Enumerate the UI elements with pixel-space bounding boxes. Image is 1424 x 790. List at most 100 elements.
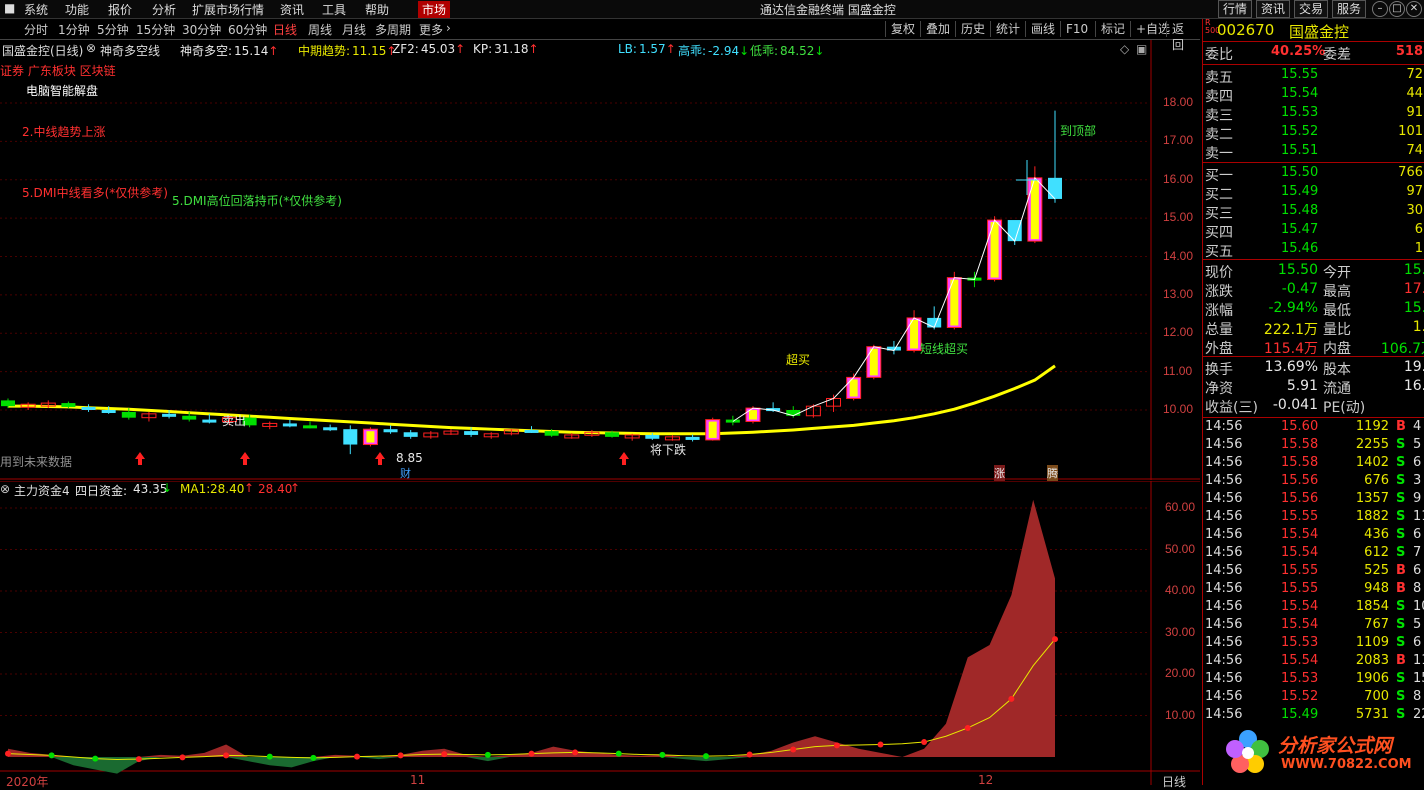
stock-chart-label: 国盛金控(日线) — [2, 44, 84, 58]
toolbar-button-stats[interactable]: 统计 — [990, 21, 1025, 37]
order-label: 买三 — [1205, 206, 1233, 222]
tick-volume: 5731 — [1355, 707, 1389, 722]
sub-chart-gear-icon[interactable]: ⊗ — [0, 482, 10, 496]
tab-period-more[interactable]: 更多 — [419, 21, 443, 38]
toolbar-button-mark[interactable]: 标记 — [1095, 21, 1130, 37]
diamond-icon[interactable]: ◇ — [1120, 42, 1129, 56]
top-button-news[interactable]: 资讯 — [1256, 0, 1291, 18]
tab-period-multi[interactable]: 多周期 — [375, 21, 411, 38]
toolbar-button-f10[interactable]: F10 — [1060, 21, 1093, 37]
tick-row: 14:56 15.54 767 S 5 — [1203, 617, 1424, 635]
menu-item-system[interactable]: 系统 — [24, 1, 48, 18]
candlestick-chart[interactable] — [0, 40, 1200, 480]
buy-order-row[interactable]: 买三 15.48 30 — [1203, 203, 1424, 222]
sector-tags[interactable]: 证券 广东板块 区块链 — [0, 62, 116, 79]
candle-body — [1, 400, 15, 407]
menu-item-function[interactable]: 功能 — [65, 1, 89, 18]
tab-period-60min[interactable]: 60分钟 — [228, 21, 267, 38]
tick-price: 15.55 — [1281, 509, 1319, 524]
watermark-logo: 分析家公式网 WWW.70822.COM — [1223, 727, 1423, 779]
order-price: 15.46 — [1281, 241, 1319, 256]
tab-period-weekly[interactable]: 周线 — [308, 21, 332, 38]
tick-volume: 1402 — [1355, 455, 1389, 470]
menu-item-analysis[interactable]: 分析 — [152, 1, 176, 18]
minimize-icon[interactable]: – — [1372, 1, 1388, 17]
order-volume: 1 — [1414, 241, 1423, 256]
tick-count: 15 — [1413, 671, 1424, 686]
sub-indicator-name[interactable]: 主力资金4 — [14, 482, 70, 499]
quote-panel: R 500 002670 国盛金控 委比 40.25% 委差 518 卖五 15.5… — [1202, 19, 1424, 785]
menu-item-news[interactable]: 资讯 — [280, 1, 304, 18]
close-icon[interactable]: ✕ — [1406, 1, 1422, 17]
price-tick-label: 16.00 — [1163, 171, 1194, 186]
buy-order-row[interactable]: 买四 15.47 6 — [1203, 222, 1424, 241]
window-restore-icon[interactable]: ▣ — [1136, 42, 1147, 56]
toolbar-button-adjust[interactable]: 复权 — [885, 21, 920, 37]
menu-item-tools[interactable]: 工具 — [322, 1, 346, 18]
top-button-quotes[interactable]: 行情 — [1218, 0, 1253, 18]
arrow-down-icon: ↓ — [162, 481, 173, 495]
maximize-icon[interactable]: □ — [1389, 1, 1405, 17]
tick-direction: S — [1396, 599, 1406, 614]
tick-price: 15.58 — [1281, 455, 1319, 470]
ma1-point — [615, 750, 622, 757]
tick-time: 14:56 — [1205, 653, 1243, 668]
tab-period-timeshare[interactable]: 分时 — [24, 21, 48, 38]
chevron-right-icon[interactable]: › — [446, 21, 451, 35]
fund-tick-label: 50.00 — [1165, 541, 1196, 556]
sell-order-row[interactable]: 卖五 15.55 72 — [1203, 67, 1424, 86]
fund-tick-label: 60.00 — [1165, 500, 1196, 514]
candle-body — [524, 429, 539, 433]
sell-order-row[interactable]: 卖三 15.53 91 — [1203, 105, 1424, 124]
tick-time: 14:56 — [1205, 671, 1243, 686]
tab-period-15min[interactable]: 15分钟 — [136, 21, 175, 38]
stat-label: 内盘 — [1323, 341, 1351, 357]
buy-order-row[interactable]: 买二 15.49 97 — [1203, 184, 1424, 203]
candle-body-highlight — [849, 379, 858, 397]
price-tick-label: 17.00 — [1163, 133, 1194, 148]
indicator-label: ZF2: — [392, 42, 419, 56]
weibi-label: 委比 — [1205, 47, 1233, 63]
sell-order-row[interactable]: 卖二 15.52 101 — [1203, 124, 1424, 143]
tick-time: 14:56 — [1205, 473, 1243, 488]
fund-flow-chart[interactable] — [0, 481, 1200, 785]
buy-order-row[interactable]: 买五 15.46 1 — [1203, 241, 1424, 260]
sell-order-row[interactable]: 卖一 15.51 74 — [1203, 143, 1424, 162]
menu-item-extended-market[interactable]: 扩展市场行情 — [192, 1, 264, 18]
sell-order-row[interactable]: 卖四 15.54 44 — [1203, 86, 1424, 105]
menu-item-quote[interactable]: 报价 — [108, 1, 132, 18]
top-button-service[interactable]: 服务 — [1332, 0, 1367, 18]
indicator-item: ZF2: 45.03↑ — [392, 42, 465, 56]
tick-direction: S — [1396, 689, 1406, 704]
toolbar-button-overlay[interactable]: 叠加 — [920, 21, 955, 37]
top-button-trade[interactable]: 交易 — [1294, 0, 1329, 18]
menu-item-help[interactable]: 帮助 — [365, 1, 389, 18]
chevron-down-icon[interactable]: ⊗ — [86, 41, 96, 55]
buy-order-row[interactable]: 买一 15.50 766 — [1203, 165, 1424, 184]
ma1-point — [572, 749, 579, 756]
indicator-label: 中期趋势: — [298, 44, 351, 58]
toolbar-button-history[interactable]: 历史 — [955, 21, 990, 37]
toolbar-button-draw[interactable]: 画线 — [1025, 21, 1060, 37]
tab-period-5min[interactable]: 5分钟 — [97, 21, 129, 38]
ma1-point — [92, 755, 99, 762]
tick-volume: 948 — [1364, 581, 1389, 596]
analysis-note-title: 电脑智能解盘 — [26, 84, 99, 98]
tab-period-monthly[interactable]: 月线 — [342, 21, 366, 38]
toolbar-button-back[interactable]: 返回 — [1166, 21, 1200, 52]
menu-item-market[interactable]: 市场 — [418, 1, 451, 18]
ma1-point — [964, 724, 971, 731]
tab-period-30min[interactable]: 30分钟 — [182, 21, 221, 38]
ma1-point — [441, 751, 448, 758]
tick-count: 5 — [1413, 437, 1422, 452]
x-label-year: 2020年 — [6, 775, 49, 789]
tab-period-daily[interactable]: 日线 — [273, 21, 297, 38]
tab-period-1min[interactable]: 1分钟 — [58, 21, 90, 38]
indicator-name[interactable]: 神奇多空线 — [100, 42, 160, 59]
tick-time: 14:56 — [1205, 455, 1243, 470]
tick-time: 14:56 — [1205, 635, 1243, 650]
menu-bar: ■ 系统 功能 报价 分析 扩展市场行情 资讯 工具 帮助 市场 通达信金融终端… — [0, 0, 1424, 19]
ma1-point — [135, 756, 142, 763]
arrow-up-icon: ↑ — [244, 481, 255, 495]
tick-time: 14:56 — [1205, 419, 1243, 434]
